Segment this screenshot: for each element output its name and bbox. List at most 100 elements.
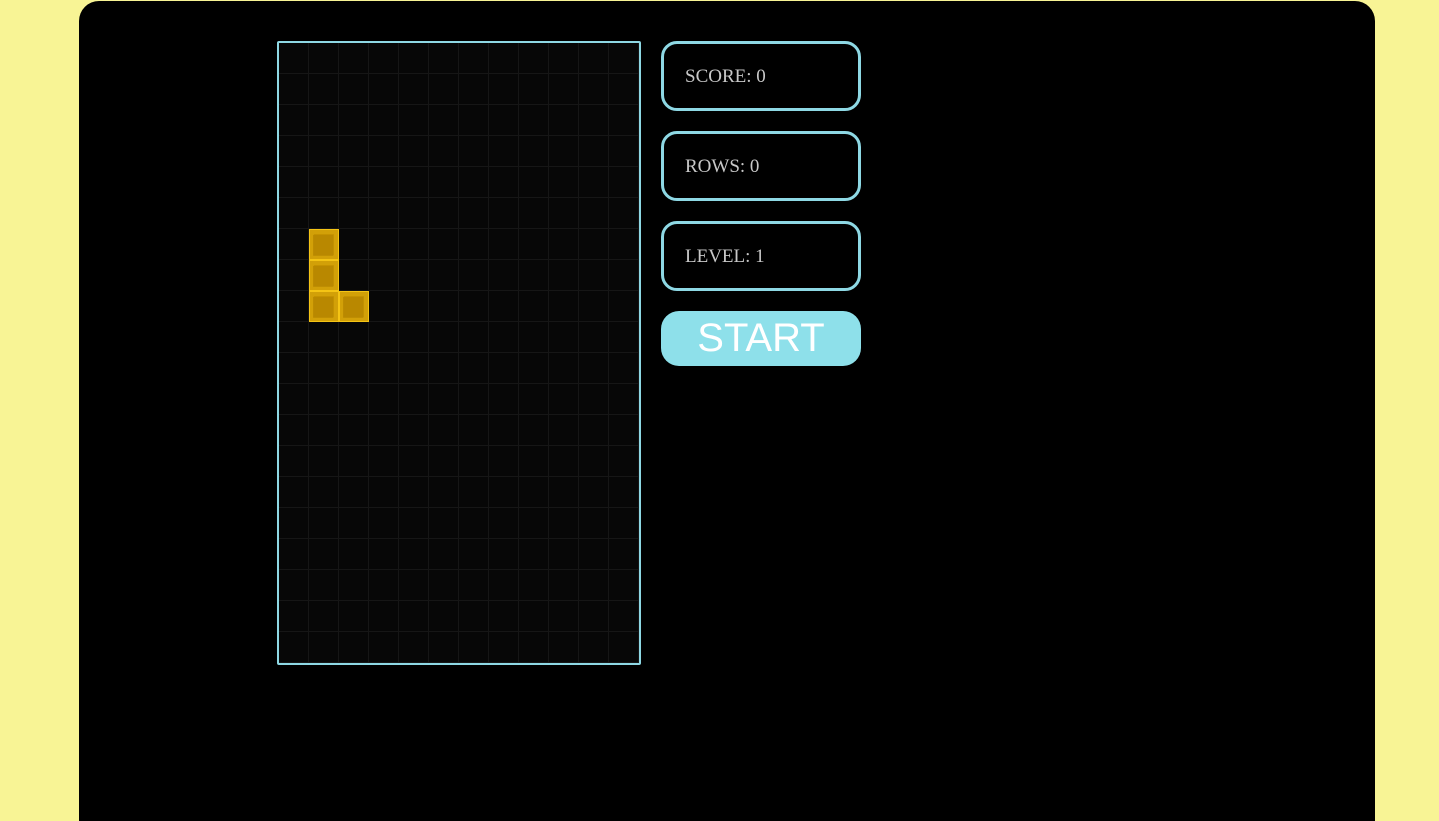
board-cell bbox=[579, 167, 609, 198]
board-cell bbox=[519, 508, 549, 539]
board-cell bbox=[489, 229, 519, 260]
board-cell bbox=[429, 508, 459, 539]
board-cell bbox=[549, 353, 579, 384]
board-cell bbox=[459, 136, 489, 167]
board-cell bbox=[549, 539, 579, 570]
board-cell bbox=[279, 229, 309, 260]
board-cell bbox=[369, 384, 399, 415]
game-board[interactable] bbox=[277, 41, 641, 665]
board-cell bbox=[459, 167, 489, 198]
board-cell bbox=[429, 229, 459, 260]
board-cell bbox=[339, 632, 369, 663]
board-cell bbox=[519, 260, 549, 291]
board-cell bbox=[399, 229, 429, 260]
board-cell bbox=[549, 446, 579, 477]
board-cell bbox=[339, 477, 369, 508]
board-cell bbox=[369, 136, 399, 167]
rows-panel: ROWS: 0 bbox=[661, 131, 861, 201]
board-cell bbox=[309, 198, 339, 229]
board-cell bbox=[309, 105, 339, 136]
level-label: LEVEL: 1 bbox=[685, 246, 765, 267]
board-cell bbox=[489, 260, 519, 291]
board-cell bbox=[519, 539, 549, 570]
board-cell bbox=[519, 136, 549, 167]
board-cell bbox=[399, 198, 429, 229]
board-cell bbox=[399, 322, 429, 353]
board-cell bbox=[369, 322, 399, 353]
board-cell bbox=[279, 508, 309, 539]
game-container bbox=[79, 1, 1375, 821]
board-cell bbox=[519, 43, 549, 74]
board-cell bbox=[579, 508, 609, 539]
board-cell bbox=[369, 229, 399, 260]
board-cell bbox=[429, 477, 459, 508]
board-cell bbox=[489, 74, 519, 105]
start-button[interactable]: START bbox=[661, 311, 861, 366]
board-cell bbox=[339, 353, 369, 384]
board-cell bbox=[609, 601, 639, 632]
board-cell bbox=[429, 632, 459, 663]
board-cell bbox=[579, 539, 609, 570]
board-cell bbox=[339, 446, 369, 477]
board-cell bbox=[399, 43, 429, 74]
board-cell bbox=[519, 446, 549, 477]
board-cell bbox=[489, 167, 519, 198]
board-cell bbox=[279, 384, 309, 415]
board-cell bbox=[339, 198, 369, 229]
board-cell bbox=[549, 291, 579, 322]
board-cell bbox=[339, 260, 369, 291]
board-cell bbox=[369, 632, 399, 663]
board-cell bbox=[369, 477, 399, 508]
board-cell bbox=[429, 291, 459, 322]
board-cell bbox=[399, 415, 429, 446]
board-cell bbox=[519, 198, 549, 229]
board-cell bbox=[549, 105, 579, 136]
board-cell bbox=[309, 477, 339, 508]
board-cell bbox=[549, 260, 579, 291]
board-cell bbox=[339, 415, 369, 446]
board-cell bbox=[549, 43, 579, 74]
score-panel: SCORE: 0 bbox=[661, 41, 861, 111]
board-cell bbox=[609, 291, 639, 322]
board-cell bbox=[279, 477, 309, 508]
board-cell bbox=[609, 322, 639, 353]
board-cell bbox=[369, 415, 399, 446]
board-cell bbox=[429, 198, 459, 229]
board-cell bbox=[489, 446, 519, 477]
board-cell bbox=[489, 632, 519, 663]
board-cell bbox=[279, 291, 309, 322]
board-cell bbox=[339, 570, 369, 601]
board-cell bbox=[489, 43, 519, 74]
board-cell bbox=[519, 601, 549, 632]
board-cell bbox=[429, 43, 459, 74]
board-cell bbox=[459, 198, 489, 229]
board-cell bbox=[339, 322, 369, 353]
board-cell bbox=[609, 446, 639, 477]
board-cell bbox=[399, 632, 429, 663]
board-cell bbox=[519, 229, 549, 260]
board-cell bbox=[309, 74, 339, 105]
board-cell bbox=[609, 415, 639, 446]
board-cell bbox=[309, 570, 339, 601]
board-cell bbox=[489, 570, 519, 601]
board-cell bbox=[399, 384, 429, 415]
board-cell bbox=[339, 229, 369, 260]
board-cell bbox=[609, 229, 639, 260]
board-cell bbox=[489, 477, 519, 508]
board-cell bbox=[579, 43, 609, 74]
board-cell bbox=[549, 229, 579, 260]
board-cell bbox=[399, 353, 429, 384]
board-cell bbox=[489, 508, 519, 539]
board-cell bbox=[489, 105, 519, 136]
board-cell bbox=[429, 167, 459, 198]
board-cell bbox=[579, 136, 609, 167]
board-cell bbox=[459, 415, 489, 446]
board-cell bbox=[549, 384, 579, 415]
level-panel: LEVEL: 1 bbox=[661, 221, 861, 291]
piece-block bbox=[309, 291, 339, 322]
board-cell bbox=[459, 632, 489, 663]
board-cell bbox=[339, 105, 369, 136]
board-cell bbox=[459, 291, 489, 322]
board-cell bbox=[279, 632, 309, 663]
board-cell bbox=[459, 260, 489, 291]
